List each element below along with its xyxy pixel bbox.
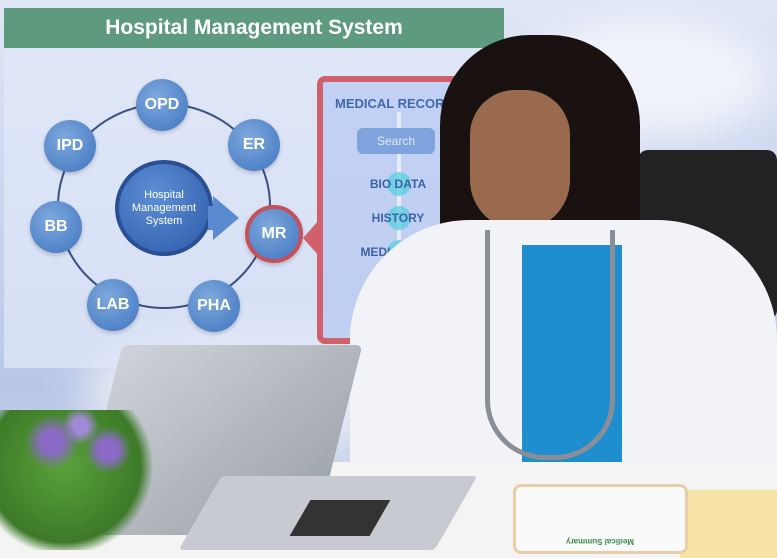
node-mr: MR bbox=[245, 205, 303, 263]
node-lab: LAB bbox=[87, 279, 139, 331]
node-opd: OPD bbox=[136, 79, 188, 131]
arrow-right-icon bbox=[213, 196, 239, 240]
medical-records-title: MEDICAL RECOR bbox=[335, 96, 445, 111]
doctor-face bbox=[470, 90, 570, 230]
node-ipd: IPD bbox=[44, 120, 96, 172]
node-er: ER bbox=[228, 119, 280, 171]
search-button: Search bbox=[357, 128, 435, 154]
page-title: Hospital Management System bbox=[4, 8, 504, 48]
flowers bbox=[10, 410, 150, 490]
hms-center-node: Hospital Management System bbox=[115, 160, 213, 256]
tablet: Medical Summary bbox=[513, 484, 688, 554]
node-pha: PHA bbox=[188, 280, 240, 332]
tablet-heading: Medical Summary bbox=[566, 537, 635, 546]
stethoscope bbox=[485, 230, 615, 460]
node-bb: BB bbox=[30, 201, 82, 253]
folder bbox=[680, 490, 777, 558]
